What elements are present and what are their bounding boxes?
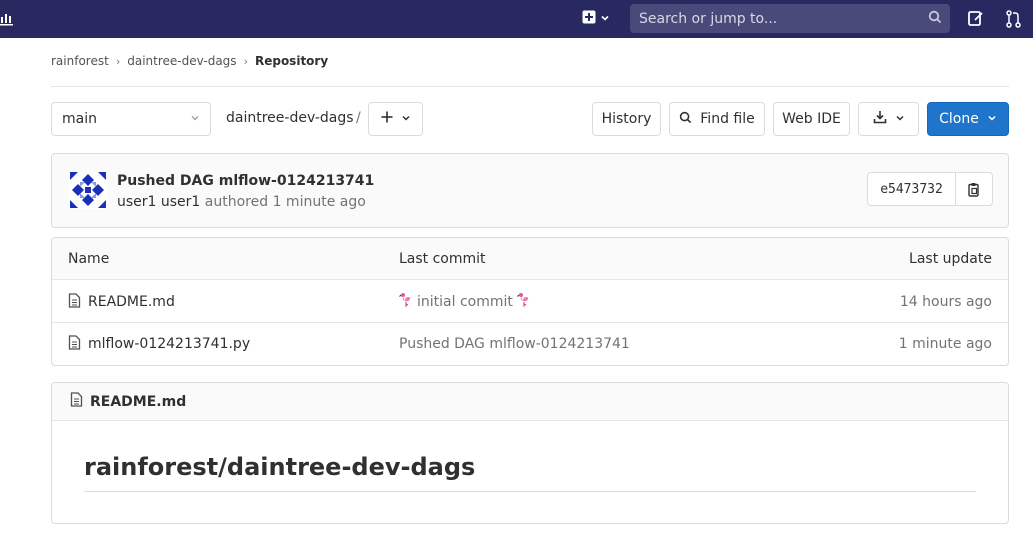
last-commit-panel: Pushed DAG mlflow-0124213741 user1 user1…: [51, 153, 1009, 228]
breadcrumb-current[interactable]: Repository: [255, 54, 328, 68]
commit-message-link[interactable]: initial commit: [417, 294, 513, 310]
chevron-down-icon: [600, 11, 610, 27]
chevron-down-icon: [987, 111, 997, 127]
authored-label: authored: [204, 194, 269, 210]
last-update-cell: 14 hours ago: [899, 294, 992, 310]
avatar-identicon[interactable]: [69, 171, 107, 209]
plus-icon: [582, 10, 596, 28]
merge-request-icon[interactable]: [1006, 10, 1022, 28]
commit-title[interactable]: Pushed DAG mlflow-0124213741: [117, 173, 374, 189]
search-box[interactable]: [630, 4, 950, 33]
last-update-cell: 1 minute ago: [898, 336, 992, 352]
branch-selector[interactable]: main: [51, 102, 211, 136]
breadcrumb-separator-icon: ›: [243, 54, 248, 68]
header-last-commit: Last commit: [399, 251, 486, 267]
commit-sha-group: e5473732: [867, 172, 993, 206]
file-name[interactable]: mlflow-0124213741.py: [88, 336, 250, 352]
readme-header: README.md: [52, 383, 1008, 421]
readme-divider: [84, 491, 976, 492]
file-icon: [68, 292, 81, 312]
repo-path-link[interactable]: daintree-dev-dags: [226, 110, 354, 126]
readme-filename[interactable]: README.md: [90, 394, 186, 410]
commit-author[interactable]: user1 user1: [117, 194, 200, 210]
breadcrumb-project[interactable]: daintree-dev-dags: [127, 54, 236, 68]
branch-name: main: [62, 111, 97, 127]
search-input[interactable]: [639, 10, 928, 27]
file-name-cell: mlflow-0124213741.py: [68, 323, 250, 365]
history-button[interactable]: History: [592, 102, 661, 136]
clone-button[interactable]: Clone: [927, 102, 1009, 136]
web-ide-label: Web IDE: [782, 111, 841, 127]
clone-label: Clone: [939, 111, 979, 127]
top-navbar: [0, 0, 1033, 38]
readme-panel: README.md rainforest/daintree-dev-dags: [51, 382, 1009, 524]
breadcrumb-group[interactable]: rainforest: [51, 54, 109, 68]
download-icon: [873, 110, 887, 128]
last-commit-cell: initial commit: [399, 281, 531, 323]
commit-sha[interactable]: e5473732: [868, 173, 956, 205]
chevron-down-icon: [895, 111, 905, 127]
web-ide-button[interactable]: Web IDE: [773, 102, 850, 136]
find-file-label: Find file: [700, 111, 755, 127]
commit-time: 1 minute ago: [272, 194, 366, 210]
chevron-down-icon: [401, 111, 411, 127]
last-commit-cell: Pushed DAG mlflow-0124213741: [399, 323, 630, 365]
file-name-cell: README.md: [68, 281, 175, 323]
add-to-tree-dropdown[interactable]: [368, 102, 423, 136]
table-header: Name Last commit Last update: [52, 238, 1008, 280]
file-icon: [68, 334, 81, 354]
new-menu-button[interactable]: [582, 10, 614, 28]
find-icon: [679, 111, 692, 128]
path-separator: /: [356, 110, 361, 126]
flamingo-icon: [399, 292, 413, 312]
commit-meta: user1 user1 authored 1 minute ago: [117, 194, 366, 210]
header-last-update: Last update: [909, 251, 992, 267]
history-label: History: [601, 111, 652, 127]
header-name: Name: [68, 251, 110, 267]
breadcrumb-separator-icon: ›: [115, 54, 121, 68]
commit-message-link[interactable]: Pushed DAG mlflow-0124213741: [399, 336, 630, 352]
file-icon: [70, 392, 83, 411]
flamingo-icon: [517, 292, 531, 312]
table-row[interactable]: README.md initial commit 14 hours ago: [52, 281, 1008, 323]
chevron-down-icon: [190, 111, 200, 127]
download-dropdown[interactable]: [858, 102, 919, 136]
table-row[interactable]: mlflow-0124213741.py Pushed DAG mlflow-0…: [52, 323, 1008, 365]
find-file-button[interactable]: Find file: [669, 102, 765, 136]
breadcrumb: rainforest › daintree-dev-dags › Reposit…: [51, 54, 328, 68]
file-tree-table: Name Last commit Last update README.md i…: [51, 237, 1009, 366]
todo-icon[interactable]: [968, 10, 984, 28]
readme-heading: rainforest/daintree-dev-dags: [84, 453, 476, 481]
divider: [51, 86, 1009, 87]
file-name[interactable]: README.md: [88, 294, 175, 310]
copy-icon[interactable]: [956, 173, 992, 205]
activity-icon[interactable]: [0, 11, 14, 27]
plus-icon: [381, 111, 393, 127]
search-icon: [928, 10, 942, 28]
